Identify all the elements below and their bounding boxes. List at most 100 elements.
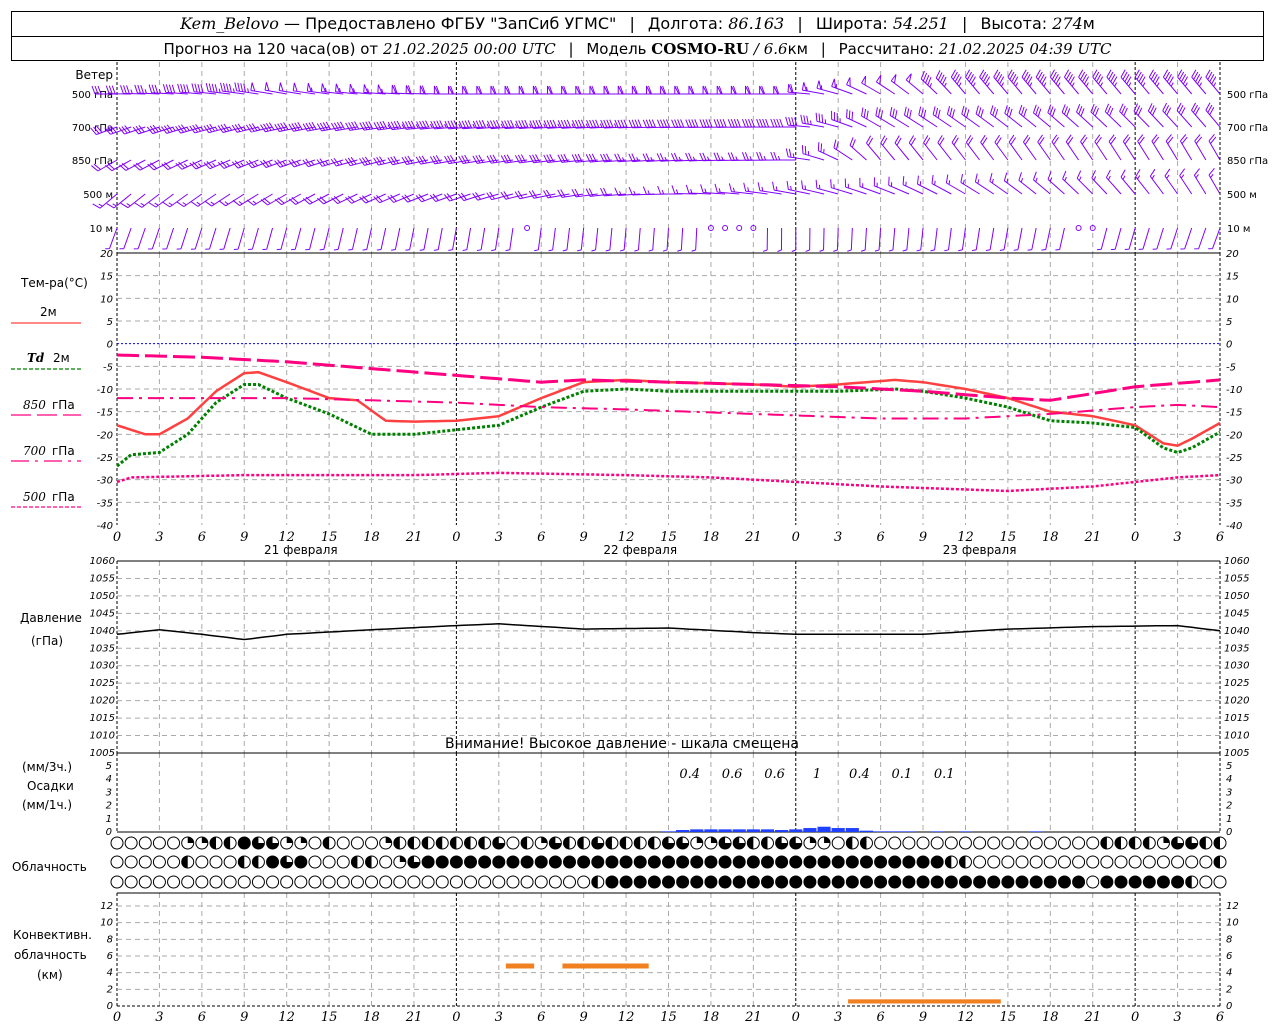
precip-3h-label: 1 — [813, 767, 821, 782]
x-tick-label-bottom: 6 — [876, 1010, 884, 1024]
cloud-circle — [930, 875, 944, 889]
precip-bar — [888, 831, 902, 832]
cloud-cover-icon — [1015, 875, 1029, 889]
wind-barb — [875, 74, 896, 95]
cloud-circle — [1213, 875, 1227, 889]
x-tick-label-bottom: 12 — [278, 1010, 295, 1024]
precip-tick-left: 3 — [106, 787, 112, 798]
cloud-cover-icon — [548, 855, 562, 869]
wind-barb — [972, 227, 981, 252]
cloud-cover-icon — [1029, 836, 1043, 850]
wind-level-label-right: 500 м — [1227, 190, 1257, 201]
wind-barb — [232, 193, 259, 206]
wind-barb — [1023, 134, 1037, 161]
cloud-cover-icon — [803, 836, 817, 850]
wind-barb — [1104, 103, 1122, 128]
wind-level-label-right: 850 гПа — [1227, 156, 1268, 167]
cloud-cover-icon — [152, 836, 166, 850]
wind-barb — [1008, 134, 1023, 161]
wind-barb — [1208, 227, 1221, 250]
wind-barb — [786, 181, 811, 195]
cloud-circle — [676, 855, 690, 869]
cloud-cover-icon — [393, 875, 407, 889]
cloud-circle — [803, 855, 817, 869]
cloud-fill — [620, 837, 627, 849]
pressure-tick-right: 1040 — [1224, 626, 1249, 637]
cloud-cover-icon — [732, 855, 746, 869]
wind-barb — [348, 227, 358, 251]
cloud-circle — [548, 875, 562, 889]
pressure-tick-right: 1005 — [1224, 748, 1249, 759]
wind-barb — [1194, 227, 1207, 250]
cloud-cover-icon — [690, 855, 704, 869]
wind-barb — [1124, 227, 1136, 250]
cloud-circle — [548, 855, 562, 869]
wind-level-label-right: 500 гПа — [1227, 90, 1268, 101]
x-tick-label: 21 — [405, 530, 423, 545]
cloud-cover-icon — [563, 836, 577, 850]
cloud-cover-icon — [280, 855, 294, 869]
cloud-cover-icon — [760, 875, 774, 889]
x-tick-label: 21 — [744, 530, 762, 545]
wind-barb — [218, 193, 245, 207]
cloud-circle — [577, 855, 591, 869]
cloud-circle — [492, 855, 506, 869]
cloud-cover-icon — [775, 875, 789, 889]
precip-tick-right: 4 — [1226, 774, 1232, 785]
cloud-circle — [1114, 875, 1128, 889]
cloud-cover-icon — [1114, 836, 1128, 850]
cloud-circle — [1072, 855, 1086, 869]
cloud-cover-icon — [464, 836, 478, 850]
wind-barb — [875, 107, 896, 128]
wind-barb — [944, 227, 952, 252]
cloud-circle — [379, 875, 393, 889]
cloud-circle — [280, 875, 294, 889]
convective-cloud-bar — [505, 963, 535, 969]
wind-barb — [833, 139, 853, 161]
conv-tick-right: 12 — [1226, 901, 1239, 912]
wind-barb — [989, 105, 1009, 128]
cloud-circle — [1156, 875, 1170, 889]
cloud-circle — [845, 855, 859, 869]
wind-level-label-left: 500 м — [83, 190, 113, 201]
cloud-cover-icon — [294, 836, 308, 850]
cloud-cover-icon — [916, 836, 930, 850]
wind-barb — [1094, 134, 1108, 161]
precip-bar — [760, 829, 775, 832]
x-tick-label-bottom: 15 — [1000, 1010, 1017, 1024]
wind-barb — [176, 227, 189, 250]
wind-barb — [1119, 103, 1136, 128]
pressure-tick-right: 1025 — [1224, 678, 1249, 689]
precip-unit-1h: (мм/1ч.) — [22, 798, 72, 812]
cloud-fill — [648, 837, 655, 849]
wind-barb — [1147, 103, 1164, 128]
pressure-tick-right: 1015 — [1224, 713, 1249, 724]
precip-bar — [817, 826, 831, 832]
wind-barb — [1177, 69, 1193, 95]
cloud-circle — [958, 875, 972, 889]
cloud-cover-icon — [336, 875, 350, 889]
pressure-tick-left: 1055 — [90, 573, 115, 584]
precip-bar — [831, 828, 845, 832]
wind-barb — [591, 227, 599, 252]
conv-tick-right: 10 — [1226, 918, 1239, 929]
precip-tick-right: 3 — [1226, 787, 1232, 798]
cloud-circle — [336, 855, 350, 869]
cloud-cover-icon — [1114, 875, 1128, 889]
wind-barb — [1007, 69, 1023, 95]
wind-barb — [791, 228, 797, 252]
cloud-cover-icon — [167, 836, 181, 850]
wind-barb — [819, 227, 825, 252]
cloud-cover-icon — [1213, 836, 1227, 850]
cloud-circle — [110, 855, 124, 869]
x-tick-label-bottom: 0 — [1131, 1010, 1139, 1024]
wind-barb — [993, 69, 1009, 95]
precip-tick-left: 2 — [106, 801, 112, 812]
cloud-circle — [563, 855, 577, 869]
cloud-cover-icon — [1156, 875, 1170, 889]
cloud-cover-icon — [944, 875, 958, 889]
wind-barb — [1138, 227, 1150, 250]
cloud-cover-icon — [548, 836, 562, 850]
wind-barb — [866, 135, 881, 161]
cloud-cover-icon — [1199, 855, 1213, 869]
